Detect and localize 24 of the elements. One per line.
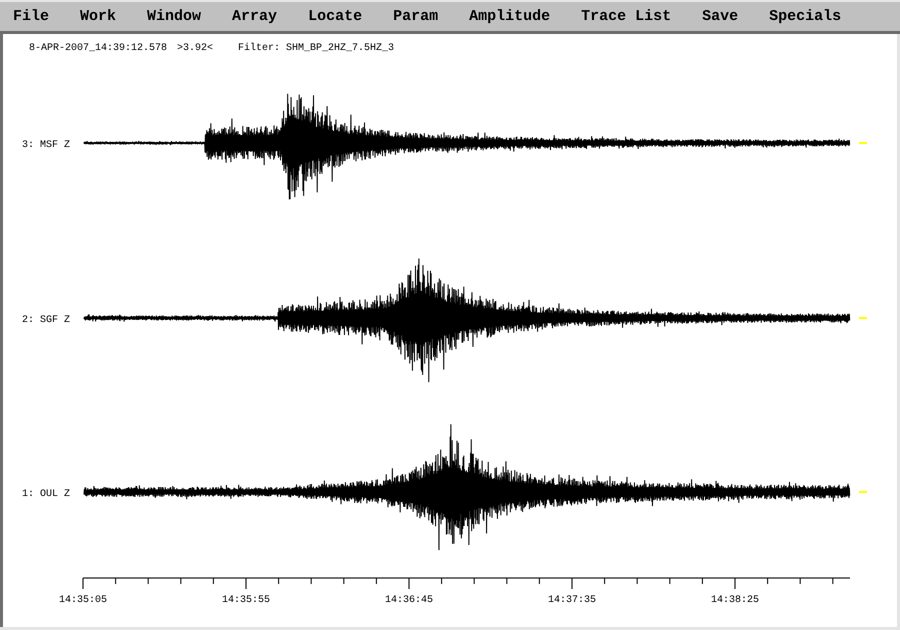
marker-icon (859, 491, 867, 493)
menu-item[interactable]: Trace List (575, 5, 678, 28)
time-tick-label: 14:36:45 (385, 595, 433, 606)
time-tick-label: 14:37:35 (548, 595, 596, 606)
menu-item[interactable]: File (7, 5, 56, 28)
menu-item[interactable]: Locate (302, 5, 368, 28)
time-tick-label: 14:35:55 (222, 595, 270, 606)
filter-label: Filter: SHM_BP_2HZ_7.5HZ_3 (238, 43, 394, 54)
menu-item[interactable]: Array (226, 5, 284, 28)
menu-item[interactable]: Param (387, 5, 444, 28)
menu-item[interactable]: Specials (763, 5, 848, 28)
amplitude-readout: >3.92< (177, 43, 214, 54)
time-tick-label: 14:38:25 (711, 595, 759, 606)
trace-label: 2: SGF Z (22, 315, 70, 326)
menu-item[interactable]: Window (141, 5, 208, 28)
time-tick-label: 14:35:05 (59, 595, 107, 606)
menu-item[interactable]: Amplitude (463, 5, 556, 28)
menu-item[interactable]: Work (74, 5, 122, 28)
marker-icon (859, 317, 867, 319)
menu-item[interactable]: Save (696, 5, 744, 28)
marker-icon (859, 142, 867, 144)
trace-label: 3: MSF Z (22, 140, 70, 151)
timestamp-label: 8-APR-2007_14:39:12.578 (29, 43, 168, 54)
trace-label: 1: OUL Z (22, 489, 70, 500)
